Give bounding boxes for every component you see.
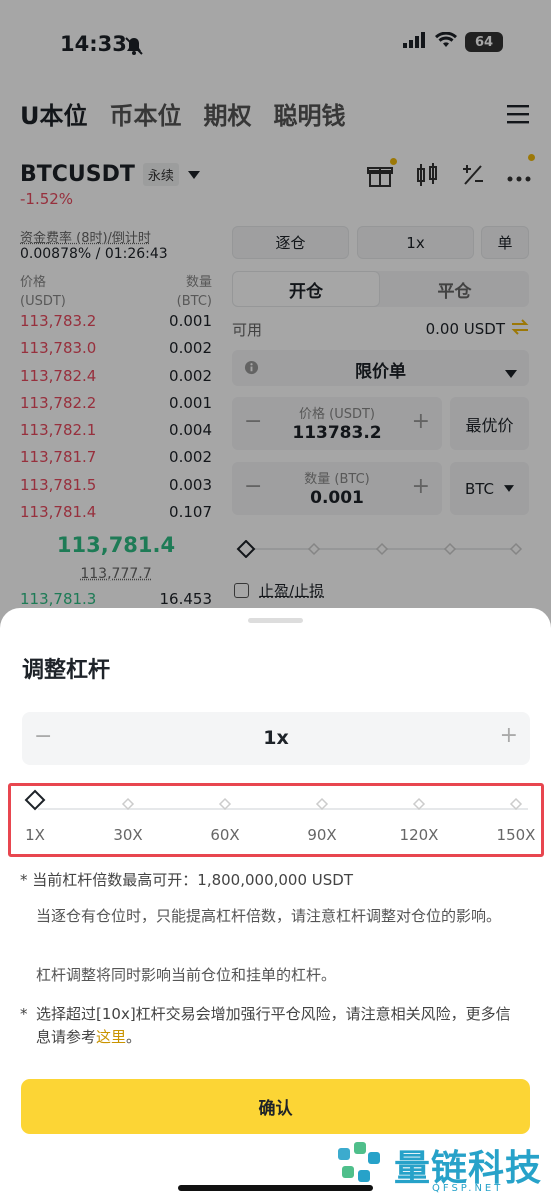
isolated-note: 当逐仓有仓位时，只能提高杠杆倍数，请注意杠杆调整对仓位的影响。 <box>36 907 502 925</box>
max-position-note: 当前杠杆倍数最高可开：1,800,000,000 USDT <box>32 871 354 889</box>
confirm-button[interactable]: 确认 <box>21 1079 530 1134</box>
slider-tick <box>412 797 426 811</box>
leverage-stepper[interactable]: − 1x + <box>22 712 530 765</box>
tick-label-1x[interactable]: 1X <box>25 826 45 844</box>
slider-tick <box>315 797 329 811</box>
slider-tick <box>509 797 523 811</box>
risk-note-link[interactable]: 这里 <box>96 1028 126 1046</box>
slider-tick <box>218 797 232 811</box>
leverage-sheet: 调整杠杆 − 1x + 1X 30X 60X 90X 120X 150X * 当… <box>0 608 551 1200</box>
watermark-sub: QFSP.NET <box>432 1183 504 1194</box>
tick-label-150x[interactable]: 150X <box>497 826 536 844</box>
leverage-slider[interactable]: 1X 30X 60X 90X 120X 150X <box>8 783 544 857</box>
slider-tick <box>121 797 135 811</box>
leverage-plus-button[interactable]: + <box>500 723 518 748</box>
leverage-effect-note: 杠杆调整将同时影响当前仓位和挂单的杠杆。 <box>36 966 337 984</box>
watermark-logo <box>338 1142 380 1182</box>
sheet-grabber[interactable] <box>248 618 303 623</box>
tick-label-60x[interactable]: 60X <box>210 826 239 844</box>
leverage-value[interactable]: 1x <box>22 727 530 749</box>
bullet: * <box>20 1005 28 1023</box>
tick-label-90x[interactable]: 90X <box>307 826 336 844</box>
tick-label-30x[interactable]: 30X <box>113 826 142 844</box>
tick-label-120x[interactable]: 120X <box>400 826 439 844</box>
sheet-title: 调整杠杆 <box>22 658 111 683</box>
bullet: * <box>20 871 33 889</box>
slider-handle <box>24 789 46 811</box>
